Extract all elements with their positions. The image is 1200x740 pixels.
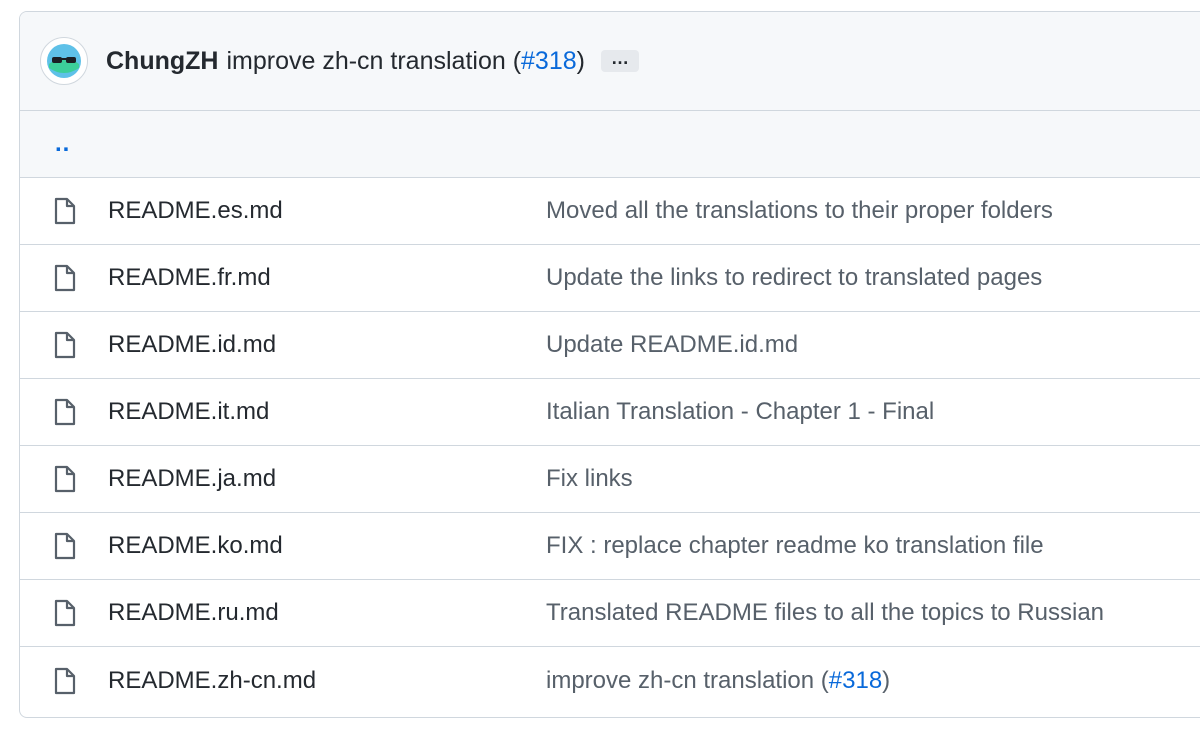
file-commit-text[interactable]: improve zh-cn translation (: [546, 667, 829, 694]
file-icon: [53, 599, 77, 627]
file-row[interactable]: README.it.md Italian Translation - Chapte…: [20, 379, 1200, 446]
file-name-link[interactable]: README.ja.md: [108, 465, 546, 493]
pr-link[interactable]: #318: [521, 47, 577, 75]
file-name-link[interactable]: README.it.md: [108, 398, 546, 426]
file-commit-pr-link[interactable]: #318: [829, 667, 882, 694]
file-name-link[interactable]: README.ru.md: [108, 599, 546, 627]
latest-commit-header: ChungZH improve zh-cn translation (#318)…: [20, 12, 1200, 111]
file-icon: [53, 264, 77, 292]
file-row[interactable]: README.ru.md Translated README files to a…: [20, 580, 1200, 647]
file-row[interactable]: README.zh-cn.md improve zh-cn translation…: [20, 647, 1200, 714]
file-list: README.es.md Moved all the translations t…: [20, 178, 1200, 714]
avatar[interactable]: [40, 37, 88, 85]
avatar-icon: [47, 44, 81, 78]
file-commit-message[interactable]: Fix links: [546, 465, 633, 493]
commit-message-suffix: ): [576, 46, 585, 75]
parent-directory-link[interactable]: ..: [55, 130, 70, 158]
file-name-link[interactable]: README.id.md: [108, 331, 546, 359]
file-icon: [53, 197, 77, 225]
file-row[interactable]: README.id.md Update README.id.md: [20, 312, 1200, 379]
file-icon: [53, 331, 77, 359]
file-commit-message[interactable]: Moved all the translations to their prop…: [546, 197, 1053, 225]
file-row[interactable]: README.ko.md FIX : replace chapter readme…: [20, 513, 1200, 580]
file-icon: [53, 532, 77, 560]
file-icon: [53, 667, 77, 695]
file-commit-message[interactable]: Translated README files to all the topic…: [546, 599, 1104, 627]
file-commit-message[interactable]: Italian Translation - Chapter 1 - Final: [546, 398, 934, 426]
file-icon: [53, 465, 77, 493]
file-commit-suffix: ): [882, 666, 891, 694]
file-name-link[interactable]: README.ko.md: [108, 532, 546, 560]
file-commit-message[interactable]: FIX : replace chapter readme ko translat…: [546, 532, 1044, 560]
commit-message-text[interactable]: improve zh-cn translation (: [226, 47, 521, 75]
commit-author[interactable]: ChungZH: [106, 47, 218, 76]
commit-message[interactable]: improve zh-cn translation (#318): [226, 47, 585, 76]
file-name-link[interactable]: README.zh-cn.md: [108, 667, 546, 695]
expand-commit-button[interactable]: …: [600, 49, 639, 72]
file-commit-message[interactable]: Update the links to redirect to translat…: [546, 264, 1042, 292]
file-name-link[interactable]: README.fr.md: [108, 264, 546, 292]
file-icon: [53, 398, 77, 426]
file-row[interactable]: README.fr.md Update the links to redirect…: [20, 245, 1200, 312]
file-commit-message[interactable]: improve zh-cn translation (#318): [546, 667, 890, 695]
file-name-link[interactable]: README.es.md: [108, 197, 546, 225]
file-row[interactable]: README.es.md Moved all the translations t…: [20, 178, 1200, 245]
file-row[interactable]: README.ja.md Fix links: [20, 446, 1200, 513]
file-browser: ChungZH improve zh-cn translation (#318)…: [19, 11, 1200, 718]
file-commit-message[interactable]: Update README.id.md: [546, 331, 798, 359]
parent-directory-row[interactable]: ..: [20, 111, 1200, 178]
